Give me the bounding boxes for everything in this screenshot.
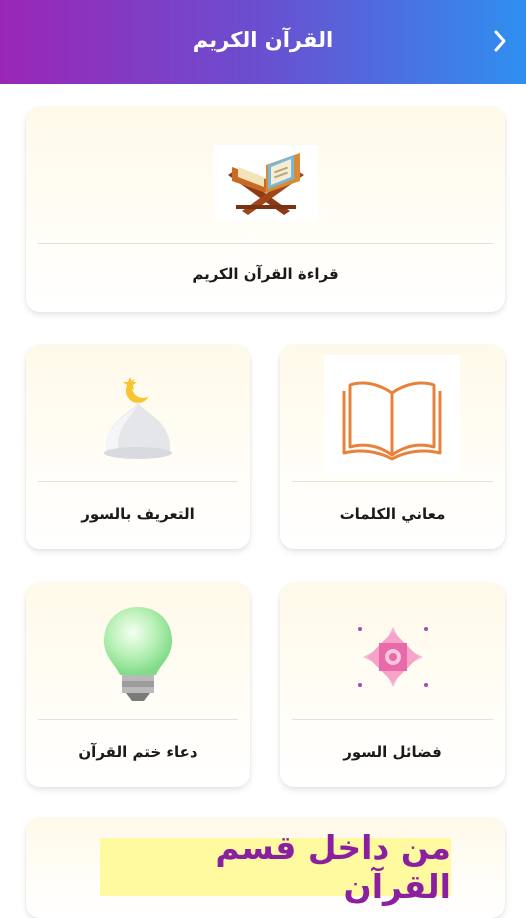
chevron-right-icon bbox=[494, 30, 506, 52]
card-surah-intro-label: التعريف بالسور bbox=[81, 505, 195, 523]
card-word-meanings-label: معاني الكلمات bbox=[339, 505, 446, 523]
card-khatm-dua[interactable]: دعاء ختم القرآن bbox=[26, 583, 250, 787]
quran-stand-icon bbox=[214, 145, 318, 221]
card-surah-intro[interactable]: التعريف بالسور bbox=[26, 345, 250, 549]
caption-banner-text: من داخل قسم القرآن bbox=[215, 828, 451, 906]
card-quran-reading[interactable]: قراءة القرآن الكريم bbox=[26, 107, 505, 312]
page-title: القرآن الكريم bbox=[192, 28, 334, 52]
card-surah-virtues[interactable]: فضائل السور bbox=[280, 583, 505, 787]
card-khatm-dua-label: دعاء ختم القرآن bbox=[78, 743, 198, 761]
caption-banner: من داخل قسم القرآن bbox=[100, 828, 451, 906]
islamic-star-icon bbox=[354, 621, 432, 693]
card-quran-reading-label: قراءة القرآن الكريم bbox=[192, 265, 339, 283]
open-book-icon bbox=[324, 355, 460, 475]
lightbulb-icon bbox=[100, 603, 176, 707]
card-surah-virtues-label: فضائل السور bbox=[343, 743, 442, 761]
mosque-dome-icon bbox=[96, 373, 180, 461]
card-word-meanings[interactable]: معاني الكلمات bbox=[280, 345, 505, 549]
back-button[interactable] bbox=[488, 26, 512, 56]
app-header: القرآن الكريم bbox=[0, 0, 526, 84]
